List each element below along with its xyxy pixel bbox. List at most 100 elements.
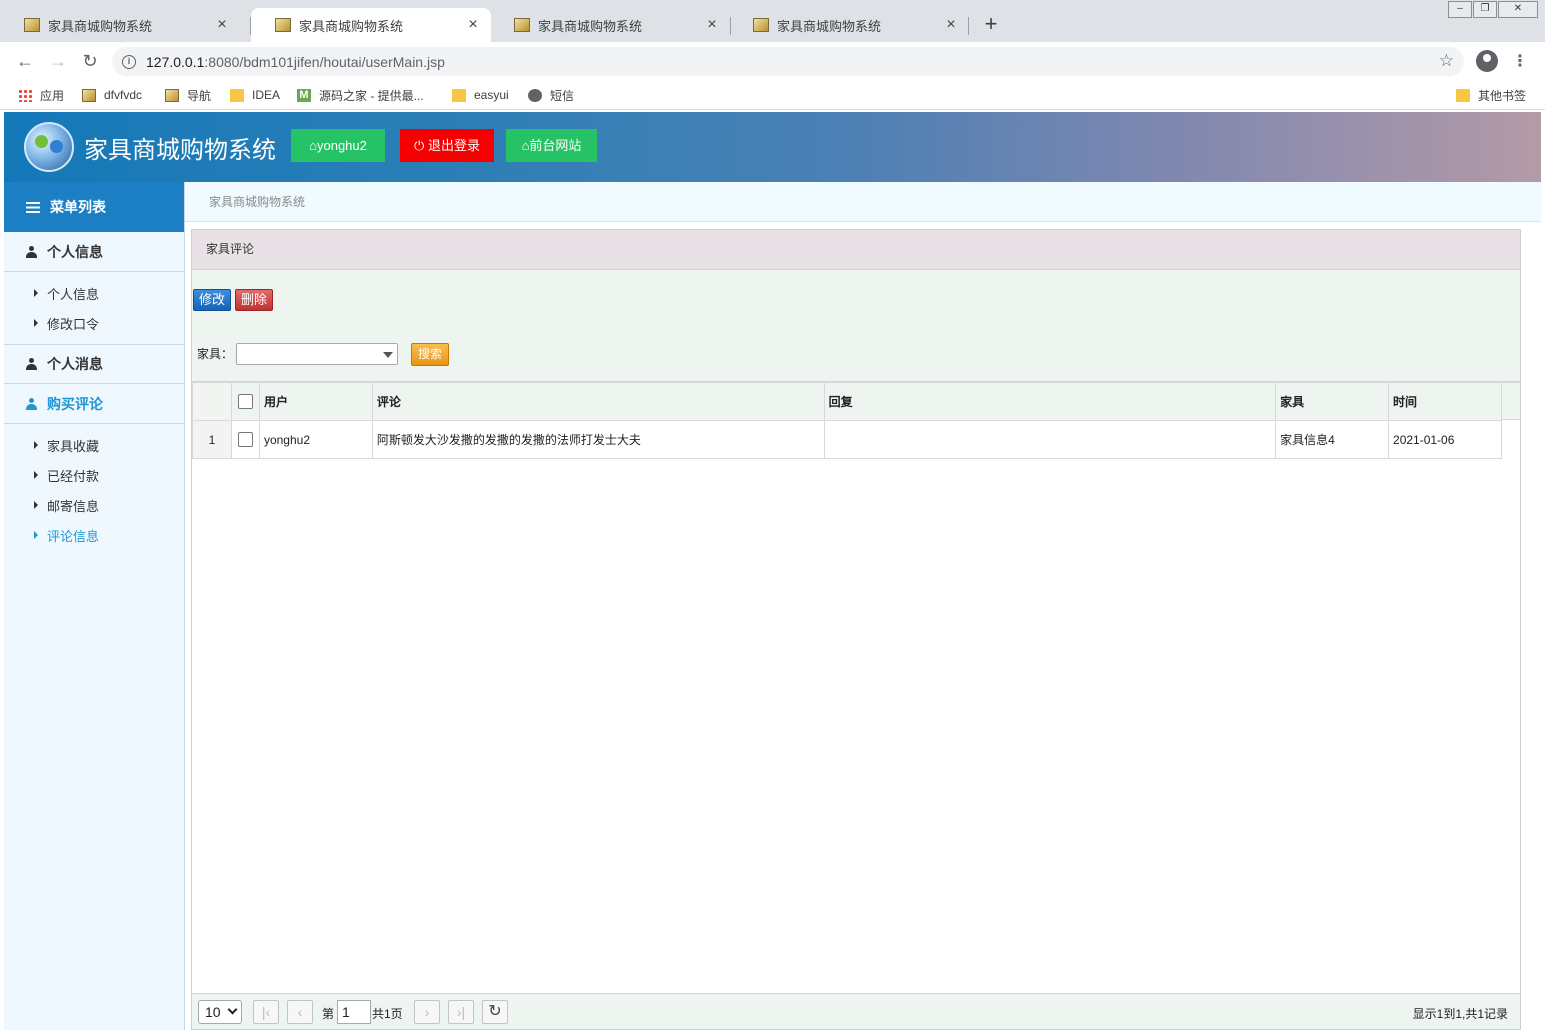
bookmark-apps[interactable]: 应用	[18, 86, 64, 104]
current-page-input[interactable]: 1	[337, 1000, 371, 1024]
sidebar-item-favorites[interactable]: 家具收藏	[4, 430, 184, 460]
new-tab-button[interactable]: +	[980, 13, 1002, 36]
sidebar-item-profile-info[interactable]: 个人信息	[4, 278, 184, 308]
comments-table: 用户 评论 回复 家具 时间 1 yonghu2 阿斯顿发大沙发撒的发撒的发撒的…	[192, 382, 1502, 459]
browser-tab-1[interactable]: 家具商城购物系统 ×	[0, 8, 240, 42]
tab-title: 家具商城购物系统	[538, 18, 643, 34]
bookmark-other[interactable]: 其他书签	[1456, 86, 1526, 104]
bookmark-star-icon[interactable]: ☆	[1439, 51, 1454, 71]
bookmark-nav[interactable]: 导航	[165, 86, 211, 104]
bookmark-dfvfvdc[interactable]: dfvfvdc	[82, 86, 142, 104]
first-page-button[interactable]: |‹	[253, 1000, 279, 1024]
close-icon[interactable]: ×	[465, 16, 481, 34]
sidebar-group-label: 购买评论	[47, 395, 103, 412]
bookmark-label: 其他书签	[1478, 88, 1527, 103]
bookmark-idea[interactable]: IDEA	[230, 86, 280, 104]
close-icon[interactable]: ×	[704, 16, 720, 34]
select-all-checkbox[interactable]	[237, 394, 253, 410]
column-header-comment[interactable]: 评论	[371, 382, 825, 421]
browser-menu-icon[interactable]: ⋮	[1512, 51, 1528, 71]
caret-right-icon	[34, 471, 38, 479]
reload-icon[interactable]: ↻	[79, 50, 101, 72]
logout-button[interactable]: ⏻ 退出登录	[400, 129, 494, 162]
list-icon	[26, 201, 40, 213]
url-path: :8080/bdm101jifen/houtai/userMain.jsp	[204, 53, 445, 70]
bookmark-easyui[interactable]: easyui	[452, 86, 509, 104]
logout-button-label: 退出登录	[427, 138, 480, 153]
pagination-summary: 显示1到1,共1记录	[1412, 1007, 1508, 1021]
sidebar-item-change-password[interactable]: 修改口令	[4, 308, 184, 338]
site-favicon-icon	[165, 88, 179, 102]
sidebar-item-label: 家具收藏	[47, 438, 100, 454]
cell-time: 2021-01-06	[1388, 420, 1502, 459]
site-info-icon[interactable]: i	[122, 54, 136, 69]
user-icon	[26, 397, 37, 410]
tab-divider	[968, 17, 969, 35]
furniture-select[interactable]	[236, 343, 398, 365]
panel-toolbar: 修改 删除 家具： 搜索	[192, 270, 1520, 382]
bookmark-label: 短信	[550, 88, 575, 103]
browser-tab-4[interactable]: 家具商城购物系统 ×	[729, 8, 969, 42]
sidebar-group-purchase-comments[interactable]: 购买评论	[4, 384, 184, 424]
apps-grid-icon	[18, 88, 32, 102]
frontend-site-button[interactable]: ⌂前台网站	[506, 129, 597, 162]
back-arrow-icon[interactable]: ←	[14, 50, 36, 72]
refresh-icon[interactable]: ↻	[482, 1000, 508, 1024]
sidebar-item-shipping[interactable]: 邮寄信息	[4, 490, 184, 520]
row-select-cell	[230, 420, 260, 459]
sidebar-item-paid[interactable]: 已经付款	[4, 460, 184, 490]
bookmark-label: IDEA	[252, 88, 281, 102]
column-header-reply[interactable]: 回复	[823, 382, 1277, 421]
user-button[interactable]: ⌂yonghu2	[291, 129, 385, 162]
column-header-furniture[interactable]: 家具	[1275, 382, 1390, 421]
table-row[interactable]: 1 yonghu2 阿斯顿发大沙发撒的发撒的发撒的法师打发士大夫 家具信息4 2…	[192, 420, 1502, 459]
sidebar-item-label: 修改口令	[47, 316, 100, 332]
chevron-down-icon	[227, 1004, 238, 1015]
sidebar-group-messages[interactable]: 个人消息	[4, 344, 184, 384]
url-host: 127.0.0.1	[146, 53, 205, 70]
url-input[interactable]: i 127.0.0.1:8080/bdm101jifen/houtai/user…	[112, 47, 1464, 76]
user-icon	[26, 245, 37, 258]
profile-avatar-icon[interactable]	[1476, 50, 1498, 72]
bookmarks-bar: 应用 dfvfvdc 导航 IDEA M 源码之家 - 提供最... easyui…	[0, 80, 1545, 110]
sidebar-group-profile[interactable]: 个人信息	[4, 232, 184, 272]
column-header-time[interactable]: 时间	[1388, 382, 1502, 421]
search-button[interactable]: 搜索	[411, 343, 449, 366]
column-header-user[interactable]: 用户	[258, 382, 373, 421]
sidebar-item-label: 个人信息	[47, 286, 100, 302]
window-close-icon[interactable]: ✕	[1498, 1, 1538, 18]
browser-tab-3[interactable]: 家具商城购物系统 ×	[490, 8, 730, 42]
bookmark-label: easyui	[474, 88, 509, 102]
sidebar-item-comments[interactable]: 评论信息	[4, 520, 184, 550]
row-checkbox[interactable]	[237, 432, 253, 448]
sidebar-group-label: 个人消息	[47, 356, 103, 372]
page-size-select[interactable]: 10	[198, 1000, 242, 1024]
close-icon[interactable]: ×	[943, 16, 959, 34]
tab-title: 家具商城购物系统	[299, 18, 404, 34]
bookmark-sms[interactable]: 短信	[528, 86, 574, 104]
browser-tab-2[interactable]: 家具商城购物系统 ×	[251, 8, 491, 42]
table-header-filler	[1502, 382, 1520, 420]
prev-page-button[interactable]: ‹	[287, 1000, 313, 1024]
dropdown-arrow-icon[interactable]	[383, 352, 393, 358]
m-logo-icon: M	[297, 88, 311, 102]
forward-arrow-icon[interactable]: →	[47, 50, 69, 72]
cell-furniture: 家具信息4	[1275, 420, 1390, 459]
close-icon[interactable]: ×	[214, 16, 230, 34]
bookmark-label: 源码之家 - 提供最...	[319, 88, 424, 103]
next-page-button[interactable]: ›	[414, 1000, 440, 1024]
caret-right-icon	[34, 531, 38, 539]
caret-right-icon	[34, 289, 38, 297]
comments-panel: 家具 评论 修改 删除 家具： 搜索 用户 评论 回复 家具 时间 1 yongh…	[191, 229, 1521, 1030]
table-header-row: 用户 评论 回复 家具 时间	[192, 382, 1502, 421]
edit-button[interactable]: 修改	[193, 289, 231, 311]
restore-icon[interactable]: ❐	[1473, 1, 1497, 18]
last-page-button[interactable]: ›|	[448, 1000, 474, 1024]
delete-button[interactable]: 删除	[235, 289, 273, 311]
minimize-icon[interactable]: –	[1448, 1, 1472, 18]
sidebar-submenu-profile: 个人信息 修改口令	[4, 272, 184, 344]
bookmark-yuanma[interactable]: M 源码之家 - 提供最...	[297, 86, 424, 104]
cell-comment: 阿斯顿发大沙发撒的发撒的发撒的法师打发士大夫	[371, 420, 825, 459]
sidebar-group-label: 个人信息	[47, 243, 103, 260]
user-icon	[26, 358, 37, 370]
